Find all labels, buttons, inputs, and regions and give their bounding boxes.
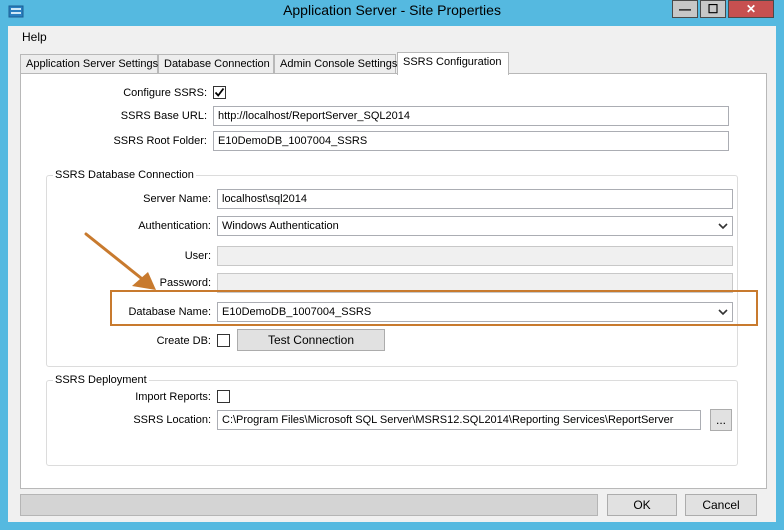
- title-bar[interactable]: Application Server - Site Properties — ☐…: [0, 0, 784, 24]
- ssrs-database-connection-title: SSRS Database Connection: [53, 169, 196, 181]
- ssrs-base-url-input[interactable]: http://localhost/ReportServer_SQL2014: [213, 106, 729, 126]
- application-window: Application Server - Site Properties — ☐…: [0, 0, 784, 530]
- maximize-button[interactable]: ☐: [700, 0, 726, 18]
- status-bar: [20, 494, 598, 516]
- ssrs-root-folder-input[interactable]: E10DemoDB_1007004_SSRS: [213, 131, 729, 151]
- ssrs-deployment-group: SSRS Deployment Import Reports: SSRS Loc…: [46, 374, 738, 466]
- import-reports-label: Import Reports:: [135, 391, 211, 403]
- import-reports-checkbox[interactable]: [217, 390, 230, 403]
- tab-ssrs-configuration[interactable]: SSRS Configuration: [397, 52, 509, 75]
- authentication-label: Authentication:: [138, 220, 211, 232]
- test-connection-button[interactable]: Test Connection: [237, 329, 385, 351]
- minimize-button[interactable]: —: [672, 0, 698, 18]
- checkmark-icon: [214, 87, 225, 97]
- ssrs-location-input[interactable]: C:\Program Files\Microsoft SQL Server\MS…: [217, 410, 701, 430]
- server-name-label: Server Name:: [143, 193, 211, 205]
- window-client: Help Application Server Settings Databas…: [8, 26, 776, 522]
- configure-ssrs-checkbox[interactable]: [213, 86, 226, 99]
- user-input[interactable]: [217, 246, 733, 266]
- ssrs-deployment-title: SSRS Deployment: [53, 374, 149, 386]
- ok-button[interactable]: OK: [607, 494, 677, 516]
- menu-help[interactable]: Help: [22, 30, 47, 44]
- authentication-dropdown[interactable]: Windows Authentication: [217, 216, 733, 236]
- window-title: Application Server - Site Properties: [283, 2, 501, 18]
- browse-button[interactable]: ...: [710, 409, 732, 431]
- annotation-arrow-icon: [84, 232, 156, 290]
- authentication-value: Windows Authentication: [222, 220, 339, 232]
- close-button[interactable]: ✕: [728, 0, 774, 18]
- tab-admin-console-settings[interactable]: Admin Console Settings: [274, 54, 397, 74]
- ssrs-base-url-label: SSRS Base URL:: [120, 110, 207, 122]
- annotation-highlight-box: [110, 290, 758, 326]
- server-name-input[interactable]: localhost\sql2014: [217, 189, 733, 209]
- ssrs-root-folder-label: SSRS Root Folder:: [113, 135, 207, 147]
- cancel-button[interactable]: Cancel: [685, 494, 757, 516]
- chevron-down-icon: [718, 223, 728, 230]
- menu-bar: Help: [8, 26, 776, 48]
- tab-database-connection[interactable]: Database Connection: [158, 54, 274, 74]
- tab-application-server-settings[interactable]: Application Server Settings: [20, 54, 158, 74]
- ssrs-location-label: SSRS Location:: [133, 414, 211, 426]
- configure-ssrs-label: Configure SSRS:: [123, 87, 207, 99]
- create-db-checkbox[interactable]: [217, 334, 230, 347]
- create-db-label: Create DB:: [156, 335, 211, 347]
